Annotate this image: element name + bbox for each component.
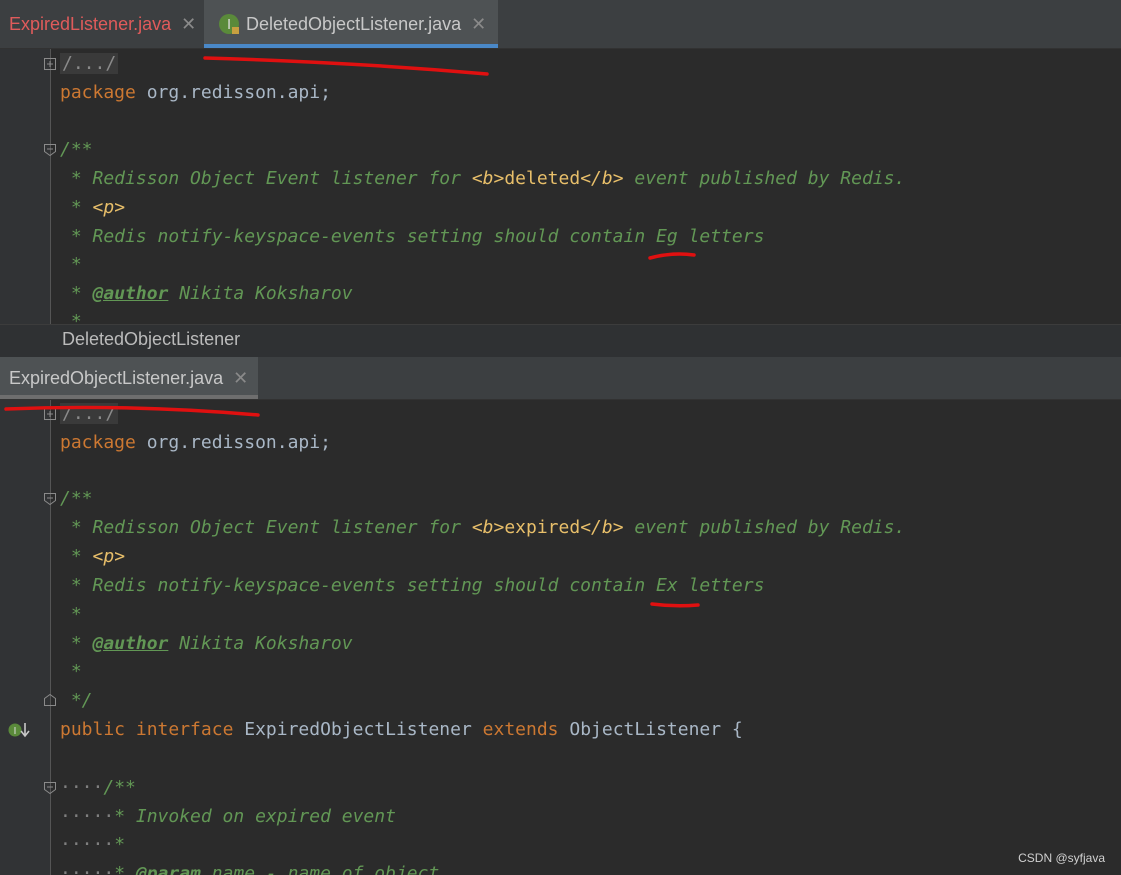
watermark: CSDN @syfjava: [1018, 851, 1105, 865]
red-underline-annotation: [4, 56, 700, 608]
